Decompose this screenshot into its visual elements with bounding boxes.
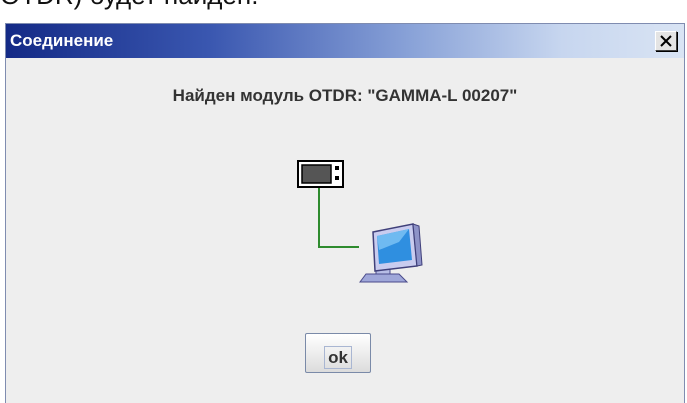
dialog-title: Соединение — [10, 31, 114, 50]
close-icon — [660, 35, 672, 47]
connection-diagram — [297, 160, 423, 283]
computer-monitor-icon — [359, 223, 423, 283]
connection-dialog: Соединение Найден модуль OTDR: "GAMMA-L … — [5, 23, 685, 403]
otdr-device-icon — [297, 160, 344, 188]
found-module-message: Найден модуль OTDR: "GAMMA-L 00207" — [172, 86, 518, 105]
close-button[interactable] — [655, 31, 677, 51]
screen: OTDR) будет найден. Соединение Найден мо… — [0, 0, 687, 403]
background-document-text: OTDR) будет найден. — [0, 0, 258, 10]
ok-button[interactable]: ok — [305, 333, 371, 373]
ok-button-label: ok — [324, 345, 352, 369]
connection-line — [318, 184, 359, 248]
dialog-title-bar[interactable]: Соединение — [6, 24, 684, 58]
